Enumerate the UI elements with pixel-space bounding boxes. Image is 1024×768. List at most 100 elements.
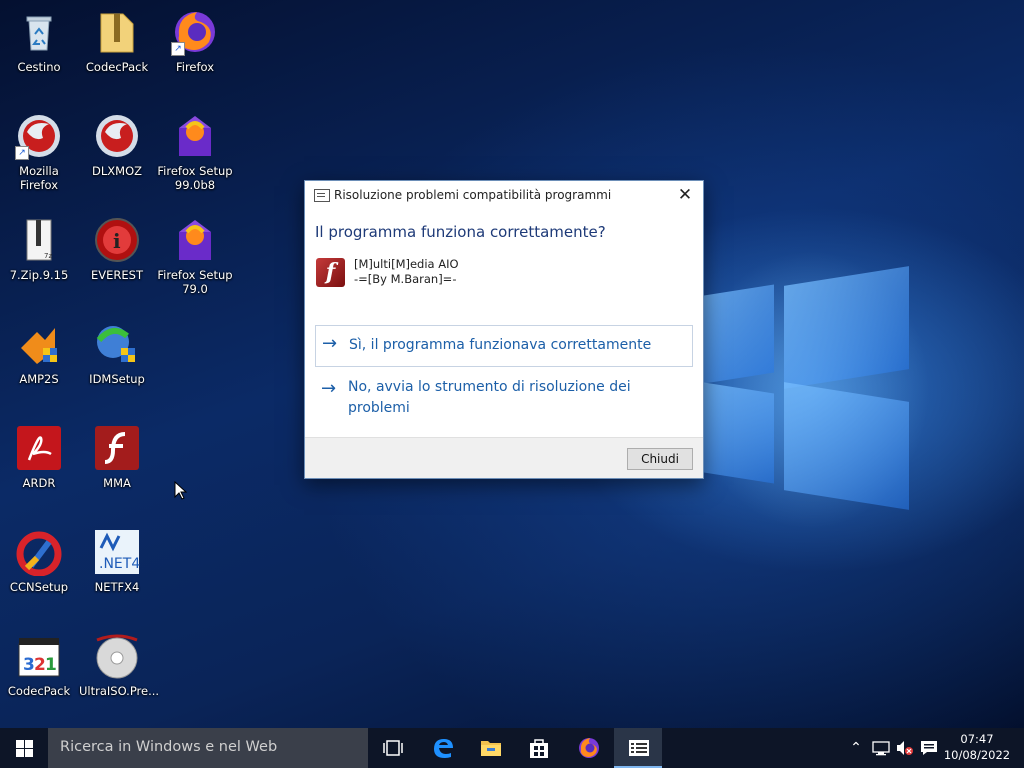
dotnet-icon: .NET4 [93, 528, 141, 576]
desktop-icon-label: MMA [103, 476, 131, 490]
task-view-button[interactable] [368, 728, 416, 768]
taskbar-store[interactable] [514, 728, 562, 768]
taskbar-search-box[interactable]: Ricerca in Windows e nel Web [48, 728, 368, 768]
start-button[interactable] [0, 728, 48, 768]
windows-logo-pane [704, 284, 774, 384]
desktop-icon-label: 7.Zip.9.15 [9, 268, 69, 282]
arrow-right-icon: → [322, 333, 338, 354]
arrow-right-icon: → [321, 378, 337, 399]
option-no-label: No, avvia lo strumento di risoluzione de… [348, 379, 631, 416]
svg-text:1: 1 [45, 655, 57, 675]
taskbar-troubleshooter[interactable] [614, 728, 662, 768]
desktop-icon-label: Firefox Setup 79.0 [157, 268, 233, 296]
dialog-close-button[interactable]: ✕ [673, 184, 697, 206]
close-button[interactable]: Chiudi [627, 448, 693, 470]
desktop-icon-cestino[interactable]: Cestino [1, 8, 77, 74]
windows-start-icon [16, 740, 33, 757]
firefox-setup-icon [171, 112, 219, 160]
option-no-troubleshoot[interactable]: → No, avvia lo strumento di risoluzione … [315, 376, 691, 420]
program-name-line: -=[By M.Baran]=- [354, 272, 457, 286]
desktop-icon-label: ARDR [22, 476, 56, 490]
desktop-icon-label: IDMSetup [89, 372, 145, 386]
firefox-setup-icon [171, 216, 219, 264]
taskbar-firefox[interactable] [564, 728, 612, 768]
desktop-icon-everest[interactable]: i EVEREST [79, 216, 155, 282]
program-name: [M]ulti[M]edia AIO -=[By M.Baran]=- [354, 257, 459, 287]
firefox-old-icon: ↗ [15, 112, 63, 160]
tray-action-center[interactable] [918, 728, 940, 768]
desktop-icon-netfx4[interactable]: .NET4 NETFX4 [79, 528, 155, 594]
desktop-icon-label: UltraISO.Pre... [79, 684, 160, 698]
desktop-icon-codecpack-2[interactable]: 321 CodecPack [1, 632, 77, 698]
desktop-icon-label: Cestino [17, 60, 61, 74]
dialog-heading: Il programma funziona correttamente? [315, 223, 606, 241]
media-player-classic-icon: 321 [15, 632, 63, 680]
desktop-icon-firefox[interactable]: ↗ Firefox [157, 8, 233, 74]
windows-logo-pane [704, 382, 774, 484]
firefox-icon [579, 738, 599, 758]
desktop-icon-firefox-setup-99[interactable]: Firefox Setup 99.0b8 [157, 112, 233, 192]
desktop-icon-ccnsetup[interactable]: CCNSetup [1, 528, 77, 594]
tray-chevron-icon[interactable]: ⌃ [846, 728, 866, 768]
desktop-icon-firefox-setup-79[interactable]: Firefox Setup 79.0 [157, 216, 233, 296]
network-icon [872, 741, 890, 756]
edge-icon [434, 739, 453, 758]
desktop-icon-label: CodecPack [7, 684, 71, 698]
taskbar: Ricerca in Windows e nel Web ⌃ 07:47 10/… [0, 728, 1024, 768]
desktop-icon-label: NETFX4 [94, 580, 140, 594]
shortcut-arrow-icon: ↗ [15, 146, 29, 160]
everest-icon: i [93, 216, 141, 264]
dialog-titlebar[interactable]: Risoluzione problemi compatibilità progr… [305, 181, 703, 209]
desktop-icon-label: CCNSetup [9, 580, 69, 594]
desktop-icon-idmsetup[interactable]: IDMSetup [79, 320, 155, 386]
desktop-icon-amp2s[interactable]: AMP2S [1, 320, 77, 386]
task-view-icon [383, 740, 403, 756]
notification-icon [921, 741, 937, 755]
svg-text:i: i [113, 229, 121, 253]
acrobat-reader-icon [15, 424, 63, 472]
mouse-cursor-icon [174, 481, 188, 500]
desktop-icon-mma[interactable]: MMA [79, 424, 155, 490]
desktop-icon-codecpack[interactable]: CodecPack [79, 8, 155, 74]
desktop-icon-label: AMP2S [19, 372, 59, 386]
ultraiso-icon [93, 632, 141, 680]
desktop-icon-mozilla-firefox[interactable]: ↗ Mozilla Firefox [1, 112, 77, 192]
7zip-icon: 7z [15, 216, 63, 264]
desktop-icon-ultraiso[interactable]: UltraISO.Pre... [79, 632, 160, 698]
tray-volume[interactable] [894, 728, 916, 768]
desktop-icon-label: DLXMOZ [92, 164, 142, 178]
windows-logo-pane [784, 382, 909, 510]
desktop-icon-label: Firefox Setup 99.0b8 [157, 164, 233, 192]
desktop-icon-7zip[interactable]: 7z 7.Zip.9.15 [1, 216, 77, 282]
recycle-bin-icon [15, 8, 63, 56]
dialog-title: Risoluzione problemi compatibilità progr… [334, 188, 612, 202]
svg-text:.NET4: .NET4 [99, 556, 140, 572]
taskbar-clock[interactable]: 07:47 10/08/2022 [942, 731, 1012, 763]
search-placeholder: Ricerca in Windows e nel Web [60, 739, 278, 755]
zip-folder-icon [93, 8, 141, 56]
installer-icon [15, 320, 63, 368]
idm-icon [93, 320, 141, 368]
compatibility-troubleshooter-dialog: Risoluzione problemi compatibilità progr… [304, 180, 704, 479]
desktop-icon-label: Mozilla Firefox [19, 164, 59, 192]
program-name-line: [M]ulti[M]edia AIO [354, 257, 459, 271]
firefox-icon: ↗ [171, 8, 219, 56]
windows-logo-pane [784, 266, 909, 389]
taskbar-edge[interactable] [418, 728, 466, 768]
troubleshooter-icon [629, 740, 649, 756]
desktop-icon-label: Firefox [175, 60, 215, 74]
desktop-icon-label: CodecPack [85, 60, 149, 74]
desktop-icon-ardr[interactable]: ARDR [1, 424, 77, 490]
desktop: Cestino ↗ Mozilla Firefox 7z 7.Zip.9.15 … [0, 0, 1024, 728]
desktop-icon-dlxmoz[interactable]: DLXMOZ [79, 112, 155, 178]
option-yes-works[interactable]: → Sì, il programma funzionava correttame… [315, 325, 693, 367]
taskbar-file-explorer[interactable] [466, 728, 514, 768]
volume-muted-icon [897, 741, 913, 755]
store-icon [530, 739, 548, 758]
tray-network[interactable] [870, 728, 892, 768]
shortcut-arrow-icon: ↗ [171, 42, 185, 56]
flash-icon [93, 424, 141, 472]
ccleaner-icon [15, 528, 63, 577]
firefox-old-icon [93, 112, 141, 160]
troubleshooter-icon [314, 189, 330, 202]
